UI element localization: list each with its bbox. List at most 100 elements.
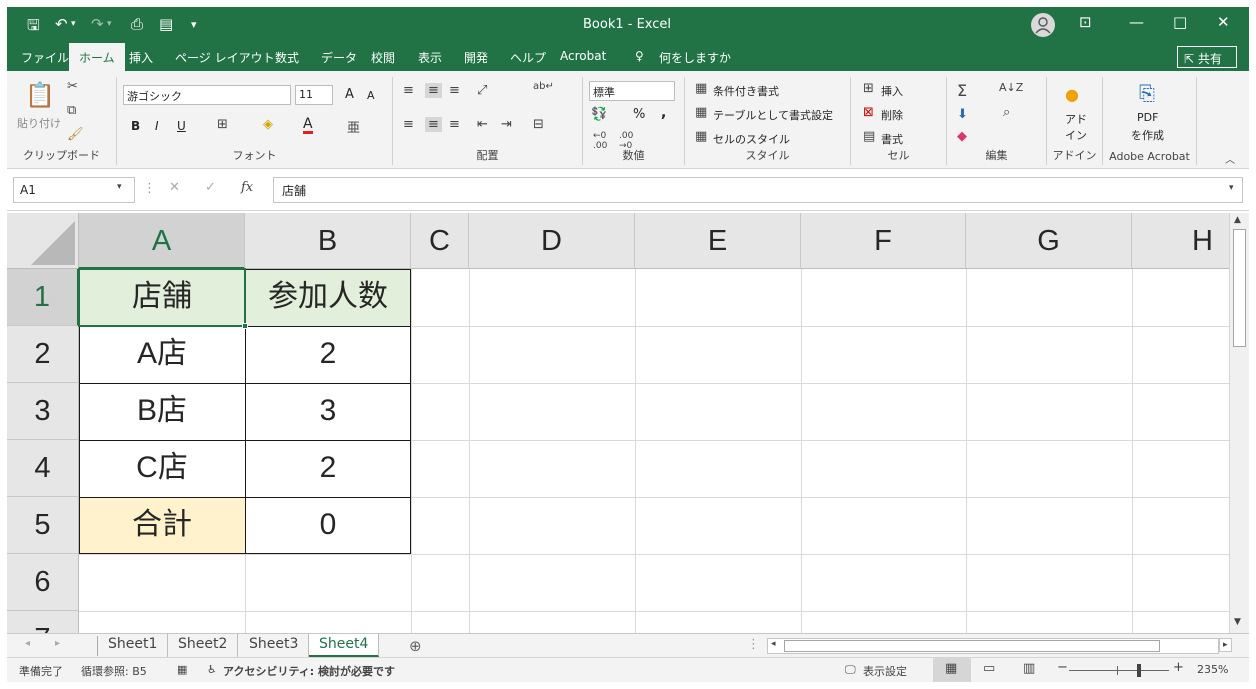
- tell-me-search[interactable]: 何をしますか: [659, 49, 731, 66]
- sheet-tab-sheet4[interactable]: Sheet4: [309, 634, 380, 657]
- decrease-indent-icon[interactable]: ⇤: [477, 117, 488, 132]
- share-button[interactable]: ⇱ 共有: [1177, 46, 1237, 68]
- page-break-view-icon[interactable]: ▥: [1023, 661, 1035, 676]
- tab-review[interactable]: 校閲: [371, 49, 395, 66]
- column-header-f[interactable]: F: [801, 213, 966, 269]
- scroll-right-icon[interactable]: ▸: [1219, 638, 1232, 652]
- row-header-5[interactable]: 5: [7, 497, 79, 554]
- addins-label-line1[interactable]: アド: [1065, 111, 1087, 127]
- cell-a4[interactable]: C店: [79, 440, 245, 497]
- wrap-text-icon[interactable]: ab↵: [533, 81, 554, 92]
- fill-icon[interactable]: ⬇: [957, 107, 968, 122]
- align-bottom-icon[interactable]: ≡: [449, 83, 460, 98]
- row-header-7[interactable]: 7: [7, 611, 79, 633]
- font-color-button[interactable]: A: [303, 117, 313, 134]
- font-name-select[interactable]: 游ゴシック: [123, 85, 291, 105]
- autosum-icon[interactable]: Σ: [957, 81, 967, 100]
- increase-indent-icon[interactable]: ⇥: [501, 117, 512, 132]
- column-header-d[interactable]: D: [469, 213, 635, 269]
- tab-insert[interactable]: 挿入: [129, 49, 153, 66]
- scroll-left-icon[interactable]: ◂: [771, 639, 776, 649]
- orientation-icon[interactable]: ⤢: [477, 83, 487, 98]
- undo-icon[interactable]: ↶: [55, 15, 68, 33]
- align-top-icon[interactable]: ≡: [403, 83, 414, 98]
- addins-icon[interactable]: ●: [1065, 85, 1079, 104]
- tab-file[interactable]: ファイル: [21, 49, 69, 66]
- account-avatar[interactable]: [1031, 13, 1055, 37]
- select-all-corner[interactable]: [7, 213, 79, 269]
- column-header-c[interactable]: C: [411, 213, 469, 269]
- row-header-4[interactable]: 4: [7, 440, 79, 497]
- cell-a3[interactable]: B店: [79, 383, 245, 440]
- restore-icon[interactable]: □: [1173, 13, 1187, 31]
- tab-formulas[interactable]: 数式: [275, 49, 299, 66]
- print-preview-icon[interactable]: ⎙: [131, 15, 143, 33]
- zoom-level[interactable]: 235%: [1197, 663, 1228, 676]
- vertical-scrollbar[interactable]: ▲ ▼: [1229, 213, 1249, 633]
- format-painter-icon[interactable]: 🖌: [67, 127, 84, 142]
- comma-button[interactable]: ,: [661, 105, 666, 121]
- cell-a5[interactable]: 合計: [79, 497, 245, 554]
- row-header-3[interactable]: 3: [7, 383, 79, 440]
- fill-handle[interactable]: [242, 323, 248, 329]
- scroll-down-icon[interactable]: ▼: [1234, 617, 1241, 627]
- macro-record-icon[interactable]: ▦: [177, 663, 187, 676]
- minimize-icon[interactable]: —: [1129, 13, 1144, 31]
- new-sheet-icon[interactable]: ⊕: [409, 637, 422, 655]
- worksheet-grid[interactable]: A B C D E F G H 1 2 3 4 5 6 7 店舗 参加人数 A店…: [7, 213, 1229, 633]
- font-size-select[interactable]: 11: [295, 85, 333, 105]
- save-icon[interactable]: 🖫: [27, 15, 40, 40]
- next-sheet-icon[interactable]: ▸: [55, 638, 60, 649]
- horizontal-scroll-thumb[interactable]: [784, 640, 1160, 652]
- zoom-slider-thumb[interactable]: [1137, 664, 1141, 677]
- page-layout-view-icon[interactable]: ▭: [983, 661, 995, 676]
- close-icon[interactable]: ✕: [1217, 13, 1230, 31]
- sheet-tab-sheet1[interactable]: Sheet1: [98, 634, 169, 657]
- shrink-font-button[interactable]: A: [367, 89, 375, 102]
- pdf-icon[interactable]: ⎘: [1139, 81, 1155, 105]
- addins-label-line2[interactable]: イン: [1065, 127, 1087, 143]
- format-cells-button[interactable]: 書式: [881, 131, 903, 147]
- undo-dropdown-icon[interactable]: ▾: [71, 19, 76, 29]
- cut-icon[interactable]: ✂: [67, 79, 78, 94]
- copy-icon[interactable]: ⧉: [67, 103, 76, 118]
- sheet-tab-sheet2[interactable]: Sheet2: [168, 634, 239, 657]
- row-header-6[interactable]: 6: [7, 554, 79, 611]
- status-accessibility[interactable]: アクセシビリティ: 検討が必要です: [223, 663, 395, 679]
- zoom-in-icon[interactable]: +: [1173, 660, 1184, 675]
- underline-button[interactable]: U: [177, 119, 186, 133]
- tab-acrobat[interactable]: Acrobat: [560, 49, 606, 63]
- column-header-a[interactable]: A: [79, 213, 245, 269]
- collapse-ribbon-icon[interactable]: ︿: [1225, 151, 1235, 166]
- create-pdf-line1[interactable]: PDF: [1137, 111, 1158, 124]
- tab-view[interactable]: 表示: [418, 49, 442, 66]
- column-header-b[interactable]: B: [245, 213, 411, 269]
- name-box-dropdown-icon[interactable]: ▾: [117, 182, 122, 192]
- customize-quick-access-icon[interactable]: ▾: [191, 18, 197, 31]
- fill-color-icon[interactable]: ◈: [263, 117, 273, 132]
- tab-developer[interactable]: 開発: [464, 49, 488, 66]
- bold-button[interactable]: B: [131, 119, 140, 133]
- normal-view-icon[interactable]: ▦: [945, 661, 957, 676]
- vertical-scroll-thumb[interactable]: [1233, 229, 1246, 347]
- splitter-icon[interactable]: ⋮: [747, 637, 760, 652]
- align-center-icon[interactable]: ≡: [425, 117, 442, 132]
- borders-icon[interactable]: ⊞: [217, 117, 228, 132]
- clear-icon[interactable]: ◆: [957, 129, 967, 144]
- create-pdf-line2[interactable]: を作成: [1131, 127, 1164, 143]
- align-middle-icon[interactable]: ≡: [425, 83, 442, 98]
- italic-button[interactable]: I: [155, 119, 159, 133]
- cell-b1[interactable]: 参加人数: [245, 269, 411, 326]
- paste-icon[interactable]: 📋: [25, 81, 55, 109]
- tab-help[interactable]: ヘルプ: [510, 49, 546, 66]
- row-header-2[interactable]: 2: [7, 326, 79, 383]
- merge-center-icon[interactable]: ⊟: [533, 117, 544, 132]
- align-right-icon[interactable]: ≡: [449, 117, 460, 132]
- sort-filter-icon[interactable]: A↓Z: [999, 81, 1023, 94]
- cell-b3[interactable]: 3: [245, 383, 411, 440]
- horizontal-scrollbar[interactable]: ◂: [767, 638, 1219, 654]
- sheet-tab-sheet3[interactable]: Sheet3: [239, 634, 310, 657]
- align-left-icon[interactable]: ≡: [403, 117, 414, 132]
- tab-data[interactable]: データ: [321, 49, 357, 66]
- form-icon[interactable]: ▤: [159, 15, 173, 33]
